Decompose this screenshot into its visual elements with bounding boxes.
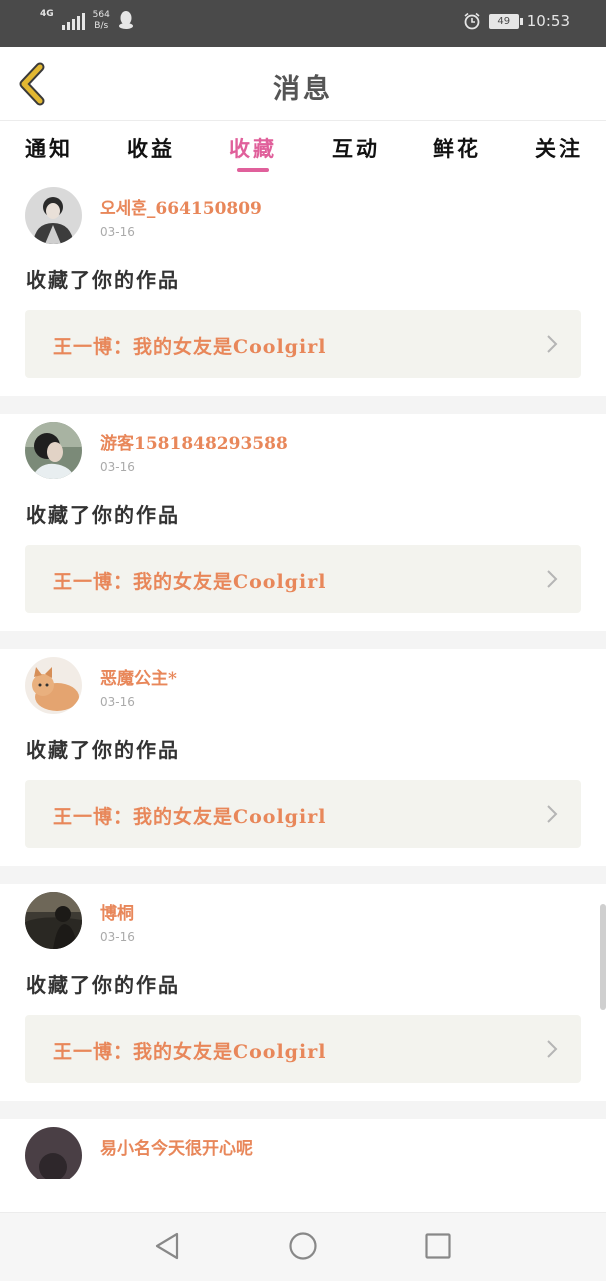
username[interactable]: 오세훈_664150809	[100, 194, 262, 219]
status-bar: 4G 564 B/s 49 10:53	[0, 0, 606, 47]
page-title: 消息	[273, 74, 333, 105]
work-link[interactable]: 王一博：我的女友是Coolgirl	[25, 1015, 581, 1083]
list-item: 오세훈_664150809 03-16 收藏了你的作品 王一博：我的女友是Coo…	[0, 179, 606, 396]
tab-favorites[interactable]: 收藏	[229, 133, 277, 163]
status-right: 49 10:53	[463, 12, 570, 30]
tab-earnings[interactable]: 收益	[127, 133, 175, 163]
system-nav-bar	[0, 1212, 606, 1281]
avatar[interactable]	[25, 422, 82, 479]
avatar[interactable]	[25, 1127, 82, 1179]
work-link[interactable]: 王一博：我的女友是Coolgirl	[25, 780, 581, 848]
work-title: 王一博：我的女友是Coolgirl	[53, 1041, 327, 1063]
timestamp: 03-16	[100, 930, 135, 944]
divider	[0, 631, 606, 649]
username[interactable]: 游客1581848293588	[100, 429, 288, 454]
battery-icon: 49	[488, 13, 523, 29]
chevron-right-icon	[547, 335, 558, 353]
avatar[interactable]	[25, 657, 82, 714]
chevron-right-icon	[547, 570, 558, 588]
header: 消息	[0, 47, 606, 121]
chevron-right-icon	[547, 1040, 558, 1058]
list-item: 恶魔公主* 03-16 收藏了你的作品 王一博：我的女友是Coolgirl	[0, 649, 606, 866]
work-title: 王一博：我的女友是Coolgirl	[53, 336, 327, 358]
work-link[interactable]: 王一博：我的女友是Coolgirl	[25, 545, 581, 613]
home-circle-icon[interactable]	[288, 1231, 318, 1261]
active-tab-indicator	[237, 168, 269, 172]
divider	[0, 866, 606, 884]
tab-notifications[interactable]: 通知	[25, 133, 73, 163]
username[interactable]: 博桐	[100, 899, 134, 924]
list-item: 博桐 03-16 收藏了你的作品 王一博：我的女友是Coolgirl	[0, 884, 606, 1101]
scrollbar[interactable]	[600, 904, 606, 1010]
list-item: 游客1581848293588 03-16 收藏了你的作品 王一博：我的女友是C…	[0, 414, 606, 631]
qq-icon	[118, 11, 133, 29]
recents-square-icon[interactable]	[423, 1231, 453, 1261]
signal-indicator: 4G	[40, 10, 54, 19]
username[interactable]: 易小名今天很开心呢	[100, 1134, 253, 1159]
tab-interactions[interactable]: 互动	[332, 133, 380, 163]
username[interactable]: 恶魔公主*	[100, 664, 177, 689]
work-link[interactable]: 王一博：我的女友是Coolgirl	[25, 310, 581, 378]
action-text: 收藏了你的作品	[26, 738, 180, 762]
action-text: 收藏了你的作品	[26, 503, 180, 527]
avatar[interactable]	[25, 892, 82, 949]
action-text: 收藏了你的作品	[26, 268, 180, 292]
chevron-right-icon	[547, 805, 558, 823]
work-title: 王一博：我的女友是Coolgirl	[53, 806, 327, 828]
back-triangle-icon[interactable]	[153, 1231, 183, 1261]
action-text: 收藏了你的作品	[26, 973, 180, 997]
tab-bar: 通知 收益 收藏 互动 鲜花 关注	[0, 121, 606, 179]
avatar[interactable]	[25, 187, 82, 244]
network-type: 4G	[40, 9, 54, 19]
tab-following[interactable]: 关注	[535, 133, 583, 163]
status-left: 4G 564 B/s	[40, 10, 134, 32]
clock: 10:53	[526, 12, 570, 30]
alarm-icon	[464, 12, 480, 30]
message-list[interactable]: 오세훈_664150809 03-16 收藏了你的作品 王一博：我的女友是Coo…	[0, 179, 606, 1179]
divider	[0, 396, 606, 414]
list-item: 易小名今天很开心呢	[0, 1119, 606, 1179]
divider	[0, 1101, 606, 1119]
tab-flowers[interactable]: 鲜花	[433, 133, 481, 163]
timestamp: 03-16	[100, 695, 135, 709]
network-speed-unit: B/s	[94, 21, 109, 31]
work-title: 王一博：我的女友是Coolgirl	[53, 571, 327, 593]
timestamp: 03-16	[100, 460, 135, 474]
timestamp: 03-16	[100, 225, 135, 239]
network-speed-value: 564	[92, 10, 110, 20]
network-speed: 564 B/s	[93, 10, 110, 32]
signal-bars-icon	[61, 12, 85, 30]
